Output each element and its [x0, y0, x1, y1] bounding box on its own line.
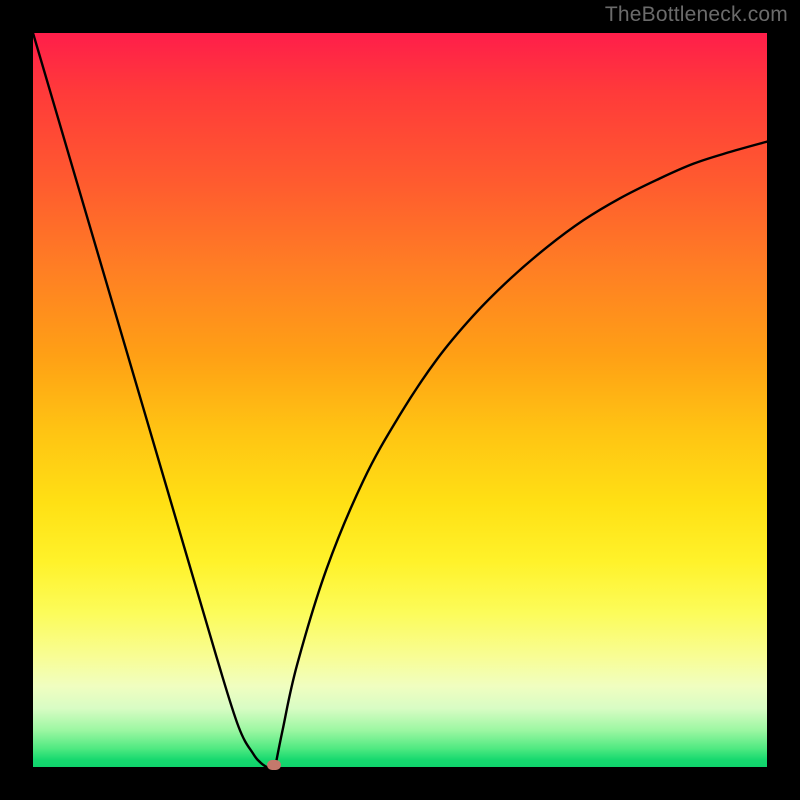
optimal-point-marker: [267, 760, 281, 770]
bottleneck-curve: [33, 33, 767, 767]
watermark-text: TheBottleneck.com: [605, 3, 788, 27]
chart-frame: TheBottleneck.com: [0, 0, 800, 800]
